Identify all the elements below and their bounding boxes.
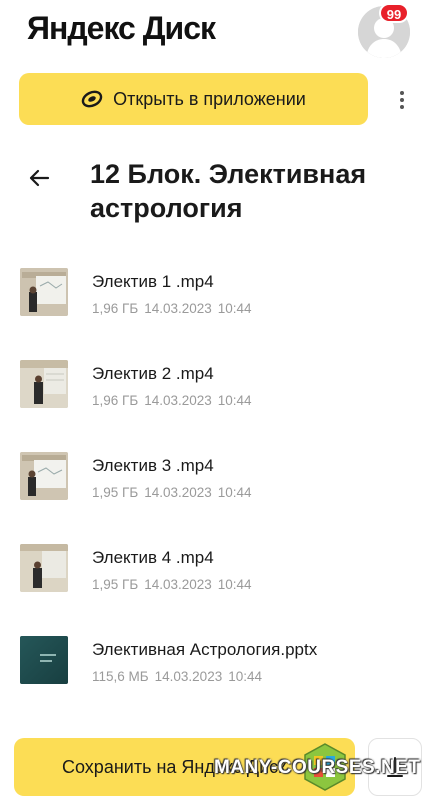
notification-badge: 99 [379,3,409,23]
file-time: 10:44 [228,669,263,684]
video-thumbnail [20,268,68,316]
file-name: Элективная Астрология.pptx [92,640,318,659]
file-time: 10:44 [217,301,252,316]
yandex-disk-icon [81,90,103,108]
file-size: 1,96 ГБ [92,393,139,408]
watermark-text: MANY-COURSES.NET [214,757,421,778]
file-size: 1,95 ГБ [92,485,139,500]
file-name: Электив 4 .mp4 [92,548,214,567]
open-in-app-button[interactable]: Открыть в приложении [19,73,368,125]
video-thumbnail [20,452,68,500]
file-size: 1,96 ГБ [92,301,139,316]
file-name: Электив 2 .mp4 [92,364,214,383]
file-meta: 115,6 МБ 14.03.2023 10:44 [92,669,268,684]
presentation-thumbnail [20,636,68,684]
watermark: MANY-COURSES.NET [214,742,421,792]
file-size: 115,6 МБ [92,669,149,684]
file-name: Электив 3 .mp4 [92,456,214,475]
file-date: 14.03.2023 [144,485,212,500]
file-row[interactable]: Электив 3 .mp4 1,95 ГБ 14.03.2023 10:44 [0,430,436,522]
file-meta: 1,95 ГБ 14.03.2023 10:44 [92,577,258,592]
app-title: Яндекс Диск [27,10,216,46]
file-row[interactable]: Электив 2 .mp4 1,96 ГБ 14.03.2023 10:44 [0,338,436,430]
more-options-icon[interactable] [390,86,414,114]
file-date: 14.03.2023 [154,669,223,684]
file-name: Электив 1 .mp4 [92,272,214,291]
header: Яндекс Диск 99 [0,0,436,62]
file-time: 10:44 [217,485,252,500]
video-thumbnail [20,544,68,592]
file-meta: 1,96 ГБ 14.03.2023 10:44 [92,301,258,316]
file-row[interactable]: Электив 4 .mp4 1,95 ГБ 14.03.2023 10:44 [0,522,436,614]
folder-title: 12 Блок. Элективная астрология [90,159,367,223]
file-row[interactable]: Электив 1 .mp4 1,96 ГБ 14.03.2023 10:44 [0,246,436,338]
file-date: 14.03.2023 [144,393,212,408]
file-row[interactable]: Элективная Астрология.pptx 115,6 МБ 14.03… [0,614,436,706]
open-in-app-label: Открыть в приложении [113,88,306,109]
file-time: 10:44 [217,577,252,592]
file-date: 14.03.2023 [144,301,212,316]
arrow-left-icon [29,169,50,187]
file-date: 14.03.2023 [144,577,212,592]
back-button[interactable] [24,160,54,196]
file-time: 10:44 [217,393,252,408]
file-size: 1,95 ГБ [92,577,139,592]
file-meta: 1,95 ГБ 14.03.2023 10:44 [92,485,258,500]
video-thumbnail [20,360,68,408]
file-meta: 1,96 ГБ 14.03.2023 10:44 [92,393,258,408]
